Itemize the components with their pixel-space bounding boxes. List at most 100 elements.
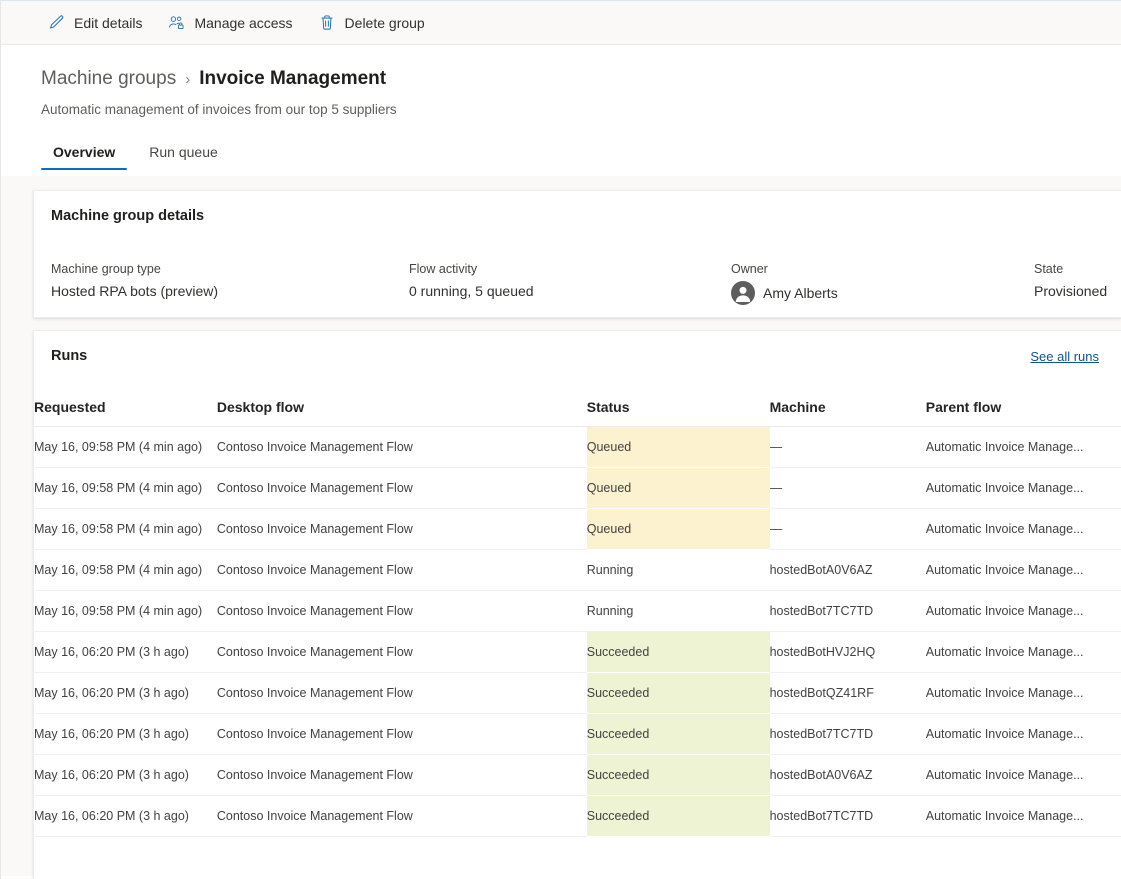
cell-desktop-flow: Contoso Invoice Management Flow: [217, 591, 587, 632]
table-row[interactable]: May 16, 06:20 PM (3 h ago)Contoso Invoic…: [34, 673, 1121, 714]
cell-desktop-flow: Contoso Invoice Management Flow: [217, 796, 587, 837]
cell-parent-flow: Automatic Invoice Manage...: [926, 755, 1121, 796]
cell-machine: hostedBotQZ41RF: [770, 673, 926, 714]
delete-group-button[interactable]: Delete group: [308, 5, 436, 41]
table-row[interactable]: May 16, 09:58 PM (4 min ago)Contoso Invo…: [34, 550, 1121, 591]
table-row[interactable]: May 16, 06:20 PM (3 h ago)Contoso Invoic…: [34, 755, 1121, 796]
column-header-parent-flow[interactable]: Parent flow: [926, 389, 1121, 427]
detail-label-machine-group-type: Machine group type: [51, 261, 409, 277]
machine-group-details-card: Machine group details Machine group type…: [33, 190, 1121, 318]
cell-parent-flow: Automatic Invoice Manage...: [926, 714, 1121, 755]
cell-machine: —: [770, 427, 926, 468]
pencil-icon: [48, 14, 65, 31]
cell-status: Succeeded: [587, 796, 770, 837]
see-all-runs-link[interactable]: See all runs: [1030, 349, 1099, 364]
cell-machine: —: [770, 509, 926, 550]
cell-machine: hostedBotA0V6AZ: [770, 550, 926, 591]
tab-run-queue[interactable]: Run queue: [137, 138, 230, 170]
cell-status: Succeeded: [587, 755, 770, 796]
cell-machine: hostedBotA0V6AZ: [770, 755, 926, 796]
cell-parent-flow: Automatic Invoice Manage...: [926, 673, 1121, 714]
machine-group-details-grid: Machine group type Hosted RPA bots (prev…: [34, 224, 1121, 305]
trash-icon: [319, 14, 336, 31]
edit-details-button[interactable]: Edit details: [37, 5, 153, 41]
detail-machine-group-type: Machine group type Hosted RPA bots (prev…: [51, 261, 409, 305]
manage-access-icon: [168, 14, 185, 31]
cell-parent-flow: Automatic Invoice Manage...: [926, 509, 1121, 550]
cell-status: Running: [587, 550, 770, 591]
detail-label-flow-activity: Flow activity: [409, 261, 731, 277]
breadcrumb-item-machine-groups[interactable]: Machine groups: [41, 66, 176, 92]
command-bar: Edit details Manage access: [1, 1, 1121, 45]
cell-requested: May 16, 09:58 PM (4 min ago): [34, 427, 217, 468]
column-header-requested[interactable]: Requested: [34, 389, 217, 427]
table-row[interactable]: May 16, 06:20 PM (3 h ago)Contoso Invoic…: [34, 796, 1121, 837]
cell-requested: May 16, 09:58 PM (4 min ago): [34, 550, 217, 591]
edit-details-label: Edit details: [74, 16, 142, 30]
cell-parent-flow: Automatic Invoice Manage...: [926, 632, 1121, 673]
runs-card-header: Runs See all runs: [34, 331, 1121, 364]
machine-group-detail-page: Edit details Manage access: [0, 0, 1121, 879]
content-area: Machine group details Machine group type…: [1, 176, 1121, 876]
cell-desktop-flow: Contoso Invoice Management Flow: [217, 673, 587, 714]
table-row[interactable]: May 16, 09:58 PM (4 min ago)Contoso Invo…: [34, 427, 1121, 468]
delete-group-label: Delete group: [345, 16, 425, 30]
detail-label-state: State: [1034, 261, 1121, 277]
breadcrumb: Machine groups › Invoice Management: [41, 65, 1081, 93]
page-title: Invoice Management: [199, 66, 386, 92]
cell-status: Succeeded: [587, 714, 770, 755]
cell-machine: hostedBot7TC7TD: [770, 591, 926, 632]
cell-status: Queued: [587, 468, 770, 509]
cell-desktop-flow: Contoso Invoice Management Flow: [217, 632, 587, 673]
manage-access-label: Manage access: [194, 16, 292, 30]
cell-requested: May 16, 09:58 PM (4 min ago): [34, 509, 217, 550]
cell-machine: hostedBotHVJ2HQ: [770, 632, 926, 673]
cell-status: Queued: [587, 509, 770, 550]
column-header-machine[interactable]: Machine: [770, 389, 926, 427]
detail-value-state: Provisioned: [1034, 281, 1121, 301]
detail-value-owner-name: Amy Alberts: [763, 283, 838, 303]
detail-state: State Provisioned: [1034, 261, 1121, 305]
cell-parent-flow: Automatic Invoice Manage...: [926, 796, 1121, 837]
cell-requested: May 16, 06:20 PM (3 h ago): [34, 755, 217, 796]
cell-requested: May 16, 09:58 PM (4 min ago): [34, 591, 217, 632]
cell-desktop-flow: Contoso Invoice Management Flow: [217, 714, 587, 755]
runs-card: Runs See all runs Requested Desktop flow…: [33, 330, 1121, 879]
cell-requested: May 16, 09:58 PM (4 min ago): [34, 468, 217, 509]
tab-list: Overview Run queue: [41, 138, 1081, 170]
cell-desktop-flow: Contoso Invoice Management Flow: [217, 509, 587, 550]
cell-machine: —: [770, 468, 926, 509]
detail-value-flow-activity: 0 running, 5 queued: [409, 281, 731, 301]
cell-status: Succeeded: [587, 673, 770, 714]
detail-value-machine-group-type: Hosted RPA bots (preview): [51, 281, 409, 301]
cell-machine: hostedBot7TC7TD: [770, 714, 926, 755]
column-header-status[interactable]: Status: [587, 389, 770, 427]
cell-requested: May 16, 06:20 PM (3 h ago): [34, 714, 217, 755]
detail-label-owner: Owner: [731, 261, 1034, 277]
table-row[interactable]: May 16, 09:58 PM (4 min ago)Contoso Invo…: [34, 509, 1121, 550]
page-subtitle: Automatic management of invoices from ou…: [41, 101, 1081, 119]
cell-parent-flow: Automatic Invoice Manage...: [926, 427, 1121, 468]
runs-table-head: Requested Desktop flow Status Machine Pa…: [34, 389, 1121, 427]
runs-table: Requested Desktop flow Status Machine Pa…: [34, 389, 1121, 837]
manage-access-button[interactable]: Manage access: [157, 5, 303, 41]
chevron-right-icon: ›: [185, 65, 190, 93]
detail-owner: Owner Amy Alberts: [731, 261, 1034, 305]
cell-desktop-flow: Contoso Invoice Management Flow: [217, 427, 587, 468]
cell-parent-flow: Automatic Invoice Manage...: [926, 468, 1121, 509]
table-row[interactable]: May 16, 06:20 PM (3 h ago)Contoso Invoic…: [34, 714, 1121, 755]
table-row[interactable]: May 16, 09:58 PM (4 min ago)Contoso Invo…: [34, 591, 1121, 632]
column-header-desktop-flow[interactable]: Desktop flow: [217, 389, 587, 427]
cell-parent-flow: Automatic Invoice Manage...: [926, 550, 1121, 591]
table-row[interactable]: May 16, 06:20 PM (3 h ago)Contoso Invoic…: [34, 632, 1121, 673]
cell-requested: May 16, 06:20 PM (3 h ago): [34, 673, 217, 714]
page-header: Machine groups › Invoice Management Auto…: [1, 45, 1121, 170]
cell-parent-flow: Automatic Invoice Manage...: [926, 591, 1121, 632]
detail-value-owner-row: Amy Alberts: [731, 281, 1034, 305]
runs-title: Runs: [51, 348, 87, 364]
cell-status: Queued: [587, 427, 770, 468]
detail-flow-activity: Flow activity 0 running, 5 queued: [409, 261, 731, 305]
cell-requested: May 16, 06:20 PM (3 h ago): [34, 796, 217, 837]
table-row[interactable]: May 16, 09:58 PM (4 min ago)Contoso Invo…: [34, 468, 1121, 509]
tab-overview[interactable]: Overview: [41, 138, 127, 170]
